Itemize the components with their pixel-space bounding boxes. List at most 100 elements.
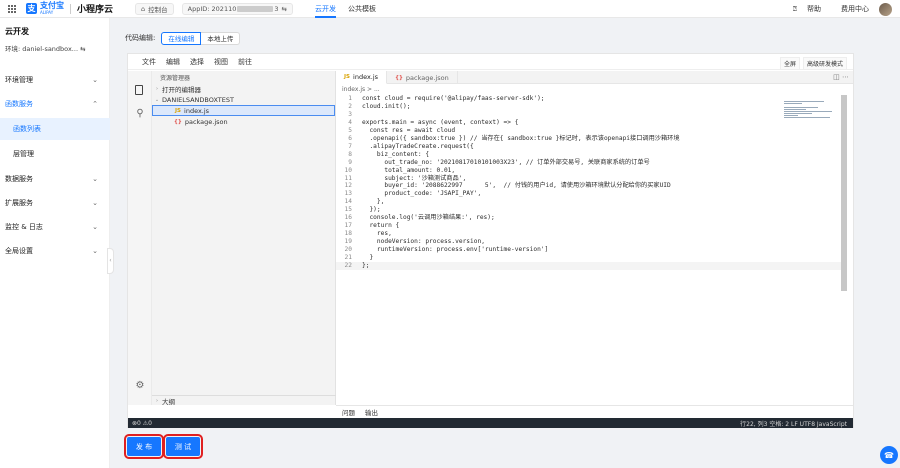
code-text: buyer_id: '2088622997 5', // 付钱的用户id, 请使… [362,182,671,190]
menu-go[interactable]: 前往 [238,57,252,67]
sidebar-item-layer-management[interactable]: 层管理 [0,143,110,165]
tab-problems[interactable]: 问题 [342,407,355,417]
code-line: 17 return { [336,222,846,230]
line-number: 8 [348,150,352,158]
open-editors-section[interactable]: › 打开的编辑器 [152,83,335,94]
sidebar-item-label: 函数列表 [13,125,41,133]
project-folder[interactable]: ⌄ DANIELSANDBOXTEST [152,94,335,105]
tab-public-templates[interactable]: 公共模板 [348,0,376,18]
tab-cloud-dev[interactable]: 云开发 [314,0,336,18]
outline-section[interactable]: › 大纲 [152,395,336,406]
help-label: 帮助 [807,5,821,13]
sidebar-item-function-service[interactable]: 函数服务 ⌃ [0,93,110,115]
json-file-icon: {} [395,74,403,81]
line-number: 22 [344,262,352,270]
project-name: DANIELSANDBOXTEST [162,95,234,104]
chevron-down-icon: ⌄ [92,175,98,183]
sidebar-collapse-toggle[interactable]: ‹ [107,248,114,274]
bottom-panel-tabs: 问题 输出 [336,405,853,418]
line-number: 18 [344,230,352,238]
support-chat-icon[interactable]: ☎ [880,446,898,464]
line-number: 3 [348,110,352,118]
product-title: 小程序云 [77,5,114,15]
code-text: const cloud = require('@alipay/faas-serv… [362,95,545,102]
code-text: }, [362,198,385,206]
line-number: 4 [348,118,352,126]
appid-switcher[interactable]: AppID: 202110 3 ⇆ [181,2,293,15]
menu-edit[interactable]: 编辑 [166,57,180,67]
sidebar-item-data-service[interactable]: 数据服务 ⌄ [0,168,110,190]
chevron-up-icon: ⌃ [92,100,98,108]
avatar[interactable] [879,2,892,16]
console-button[interactable]: ⌂ 控制台 [135,2,174,15]
fees-link[interactable]: 费用中心 [841,4,869,14]
env-switcher[interactable]: 环境: daniel-sandbox... ⇆ [0,37,109,53]
code-line: 3 [336,111,846,119]
editor-tab-package-json[interactable]: {} package.json [387,71,458,84]
problems-count[interactable]: ⊗0 ⚠0 [132,420,152,427]
switch-icon: ⇆ [281,4,287,13]
minimap[interactable] [784,101,834,123]
sidebar-item-label: 函数服务 [5,100,33,108]
menu-selection[interactable]: 选择 [190,57,204,67]
line-number: 6 [348,134,352,142]
line-number: 14 [344,198,352,206]
sidebar-item-monitoring-logs[interactable]: 监控 & 日志 ⌄ [0,216,110,238]
test-button[interactable]: 测 试 [163,434,203,459]
code-line: 4 exports.main = async (event, context) =… [336,119,846,127]
tab-output[interactable]: 输出 [365,407,378,417]
file-package-json[interactable]: {} package.json [152,116,335,127]
line-number: 9 [348,158,352,166]
code-text: total_amount: 0.01, [362,166,456,174]
local-upload-button[interactable]: 本地上传 [201,31,241,45]
code-text: biz_content: { [362,150,430,158]
line-number: 12 [344,182,352,190]
code-line: 5 const res = await cloud [336,127,846,135]
line-number: 21 [344,254,352,262]
tab-label: package.json [405,73,449,82]
code-line: 1 const cloud = require('@alipay/faas-ser… [336,95,846,103]
settings-gear-icon[interactable]: ⚙ [135,381,145,391]
sidebar-item-extension-service[interactable]: 扩展服务 ⌄ [0,192,110,214]
line-number: 15 [344,206,352,214]
code-text: }; [362,262,370,270]
sidebar-item-env-management[interactable]: 环境管理 ⌄ [0,69,110,91]
fullscreen-button[interactable]: 全屏 [779,57,800,70]
line-number: 5 [348,126,352,134]
appid-prefix: AppID: 202110 [187,4,237,13]
code-text: .openapi({ sandbox:true }) // 当存在{ sandb… [362,134,680,142]
line-number: 13 [344,190,352,198]
json-file-icon: {} [174,118,182,125]
advanced-mode-button[interactable]: 高级研发模式 [802,57,847,70]
edit-mode-label: 代码编辑: [125,34,156,42]
chevron-right-icon: › [156,397,158,404]
sidebar-item-function-list[interactable]: 函数列表 [0,118,110,140]
editor-tab-index-js[interactable]: JS index.js [336,71,388,84]
editor-scrollbar[interactable] [841,95,847,291]
menu-view[interactable]: 视图 [214,57,228,67]
console-label: 控制台 [148,5,168,14]
app-grid-icon[interactable] [8,4,16,13]
search-icon[interactable]: ⚲ [135,109,145,119]
code-text: return { [362,222,400,230]
sidebar-item-global-settings[interactable]: 全局设置 ⌄ [0,240,110,262]
brand-logo[interactable]: 支 支付宝 ALIPAY 小程序云 [26,2,113,15]
code-editor[interactable]: JS index.js {} package.json ◫ ⋯ index.js >… [336,71,853,405]
online-edit-button[interactable]: 在线编辑 [161,31,202,45]
ide-container: 文件 编辑 选择 视图 前往 全屏 高级研发模式 ⚲ ⚙ 资源管理器 › 打开的编… [127,53,854,428]
activity-bar: ⚲ ⚙ [128,71,152,405]
sidebar-item-label: 全局设置 [5,247,33,255]
menu-file[interactable]: 文件 [142,57,156,67]
split-editor-icon[interactable]: ◫ ⋯ [833,73,849,81]
help-link[interactable]: ⍰ 帮助 [793,4,831,14]
code-text: runtimeVersion: process.env['runtime-ver… [362,246,549,254]
tab-label: index.js [353,73,379,81]
chevron-left-icon: ‹ [109,257,112,264]
help-icon: ⍰ [792,5,797,13]
publish-button[interactable]: 发 布 [124,434,164,459]
code-text: console.log('云调用沙箱结果:', res); [362,214,495,222]
chevron-down-icon: ⌄ [92,247,98,255]
files-icon[interactable] [135,85,143,95]
file-index-js[interactable]: JS index.js [152,105,335,116]
sidebar-item-label: 数据服务 [5,175,33,183]
